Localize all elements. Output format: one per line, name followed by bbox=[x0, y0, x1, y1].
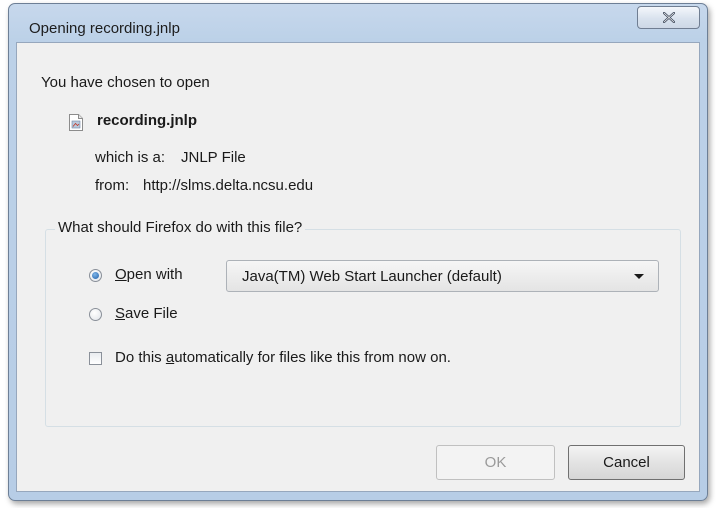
dialog-body: You have chosen to open recording.jnlp w… bbox=[16, 42, 700, 492]
cancel-button-label: Cancel bbox=[603, 454, 650, 471]
auto-label-before: Do this bbox=[115, 349, 166, 366]
chevron-down-icon bbox=[634, 274, 644, 279]
close-button[interactable] bbox=[637, 6, 700, 29]
application-select-value: Java(TM) Web Start Launcher (default) bbox=[242, 268, 502, 285]
auto-checkbox[interactable] bbox=[89, 352, 102, 365]
auto-label-after: utomatically for files like this from no… bbox=[174, 349, 451, 366]
ok-button[interactable]: OK bbox=[436, 445, 555, 480]
intro-text: You have chosen to open bbox=[41, 74, 210, 91]
save-file-radio[interactable] bbox=[89, 308, 102, 321]
save-file-label[interactable]: Save File bbox=[115, 305, 178, 322]
file-type-value: JNLP File bbox=[181, 149, 246, 166]
auto-checkbox-label[interactable]: Do this automatically for files like thi… bbox=[115, 349, 451, 366]
file-type-label: which is a: bbox=[95, 149, 166, 166]
save-file-label-rest: ave File bbox=[125, 305, 178, 322]
action-groupbox: What should Firefox do with this file? bbox=[45, 219, 681, 427]
save-file-mnemonic: S bbox=[115, 305, 126, 322]
window-title: Opening recording.jnlp bbox=[29, 20, 180, 37]
radio-selected-dot bbox=[92, 272, 99, 279]
title-bar[interactable]: Opening recording.jnlp bbox=[9, 4, 707, 42]
auto-mnemonic: a bbox=[165, 349, 175, 366]
application-select[interactable]: Java(TM) Web Start Launcher (default) bbox=[226, 260, 659, 292]
cancel-button[interactable]: Cancel bbox=[568, 445, 685, 480]
jnlp-file-icon bbox=[69, 114, 83, 131]
dialog-window: Opening recording.jnlp You have chosen t… bbox=[8, 3, 708, 501]
source-value: http://slms.delta.ncsu.edu bbox=[143, 177, 314, 194]
open-with-label-rest: pen with bbox=[126, 266, 183, 283]
group-title: What should Firefox do with this file? bbox=[55, 219, 306, 236]
open-with-mnemonic: O bbox=[115, 266, 127, 283]
source-label: from: bbox=[95, 177, 130, 194]
open-with-radio[interactable] bbox=[89, 269, 102, 282]
open-with-label[interactable]: Open with bbox=[115, 266, 183, 283]
ok-button-label: OK bbox=[484, 454, 507, 471]
file-name: recording.jnlp bbox=[97, 112, 198, 129]
close-icon bbox=[662, 12, 675, 23]
